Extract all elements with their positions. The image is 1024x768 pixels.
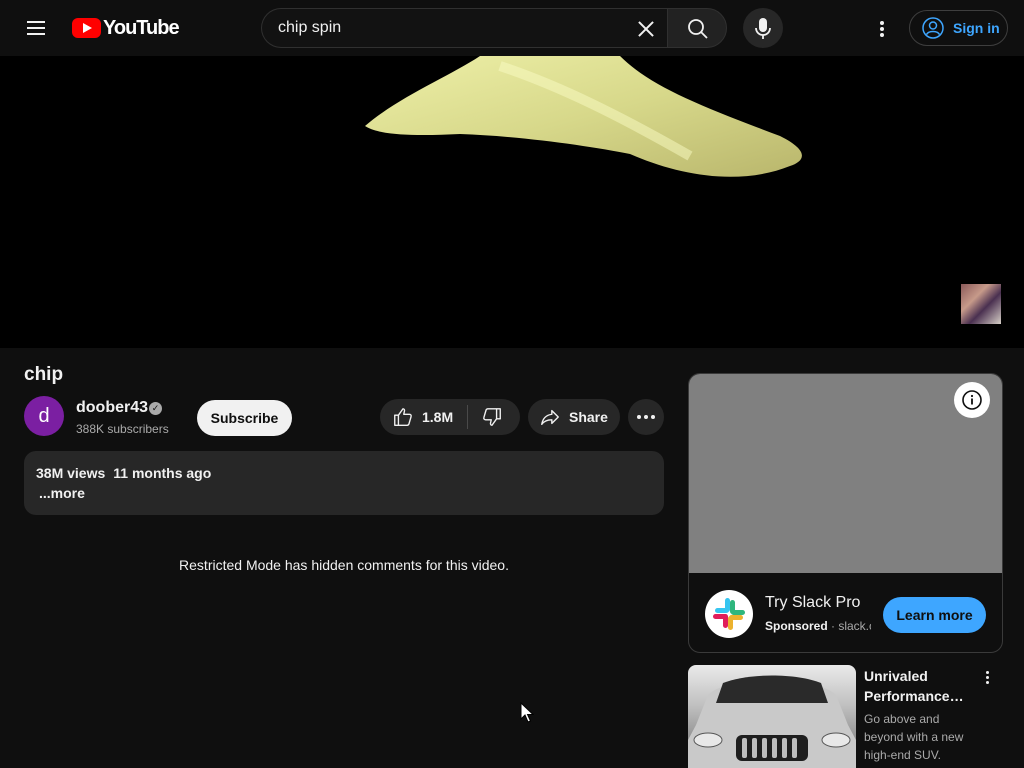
more-horiz-icon xyxy=(637,415,641,419)
sign-in-button[interactable]: Sign in xyxy=(909,10,1008,46)
clear-search-icon[interactable] xyxy=(630,13,662,45)
sign-in-label: Sign in xyxy=(953,20,1000,36)
ad-info-button[interactable] xyxy=(954,382,990,418)
video-player[interactable] xyxy=(0,56,1024,348)
like-button[interactable]: 1.8M xyxy=(380,399,468,435)
hamburger-icon xyxy=(27,21,45,23)
logo-text: YouTube xyxy=(103,16,180,39)
slack-logo-icon xyxy=(705,590,753,638)
channel-avatar[interactable]: d xyxy=(24,396,64,436)
dislike-button[interactable] xyxy=(472,399,520,435)
search-input[interactable] xyxy=(278,9,628,47)
menu-button[interactable] xyxy=(18,10,54,46)
ad-sponsor-line: Sponsored · slack.com xyxy=(765,619,871,633)
sponsored-ad-card[interactable]: Try Slack Pro Sponsored · slack.com Lear… xyxy=(688,373,1003,653)
search-icon xyxy=(688,19,708,39)
sponsored-label: Sponsored xyxy=(765,619,828,633)
recommended-description: Go above and beyond with a new high-end … xyxy=(864,712,964,762)
learn-more-button[interactable]: Learn more xyxy=(883,597,986,633)
settings-menu-button[interactable] xyxy=(864,10,900,46)
microphone-icon xyxy=(755,18,771,39)
subscriber-count: 388K subscribers xyxy=(76,422,169,436)
like-dislike-group: 1.8M xyxy=(380,399,520,435)
recommended-title[interactable]: Unrivaled Performance… xyxy=(864,666,974,706)
voice-search-button[interactable] xyxy=(743,8,783,48)
search-bar xyxy=(261,8,727,48)
ad-media[interactable] xyxy=(689,374,1002,573)
ad-title[interactable]: Try Slack Pro xyxy=(765,594,860,612)
mouse-cursor-icon xyxy=(520,702,534,723)
info-icon xyxy=(962,390,982,410)
share-icon xyxy=(541,409,559,426)
top-bar: YouTube Sign in xyxy=(0,0,1024,56)
more-vert-icon xyxy=(880,21,884,25)
ad-domain: slack.com xyxy=(838,619,871,633)
thumbs-up-icon xyxy=(394,408,412,426)
recommended-menu-button[interactable] xyxy=(972,666,1004,690)
youtube-play-icon xyxy=(72,18,101,38)
show-more-link[interactable]: ...more xyxy=(39,485,85,501)
share-button[interactable]: Share xyxy=(528,399,620,435)
video-metadata: 38M views 11 months ago xyxy=(36,465,211,481)
comments-restricted-notice: Restricted Mode has hidden comments for … xyxy=(179,557,509,573)
suv-image xyxy=(688,675,856,768)
search-button[interactable] xyxy=(667,8,727,48)
subscribe-button[interactable]: Subscribe xyxy=(197,400,292,436)
like-count: 1.8M xyxy=(422,409,454,425)
video-frame-chip xyxy=(365,56,802,177)
youtube-logo[interactable]: YouTube xyxy=(72,16,180,39)
more-actions-button[interactable] xyxy=(628,399,664,435)
more-vert-icon xyxy=(986,671,989,674)
verified-badge-icon: ✓ xyxy=(149,402,162,415)
like-divider xyxy=(467,405,468,429)
account-icon xyxy=(922,17,944,39)
description-box[interactable]: 38M views 11 months ago ...more xyxy=(24,451,664,515)
avatar-letter: d xyxy=(38,404,50,427)
channel-name[interactable]: doober43 xyxy=(76,399,148,417)
channel-watermark[interactable] xyxy=(961,284,1001,324)
view-count: 38M views xyxy=(36,465,106,481)
upload-age: 11 months ago xyxy=(113,465,212,481)
share-label: Share xyxy=(569,409,608,425)
video-title: chip xyxy=(24,364,64,385)
search-box xyxy=(261,8,667,48)
recommended-thumbnail[interactable] xyxy=(688,665,856,768)
thumbs-down-icon xyxy=(483,408,501,426)
